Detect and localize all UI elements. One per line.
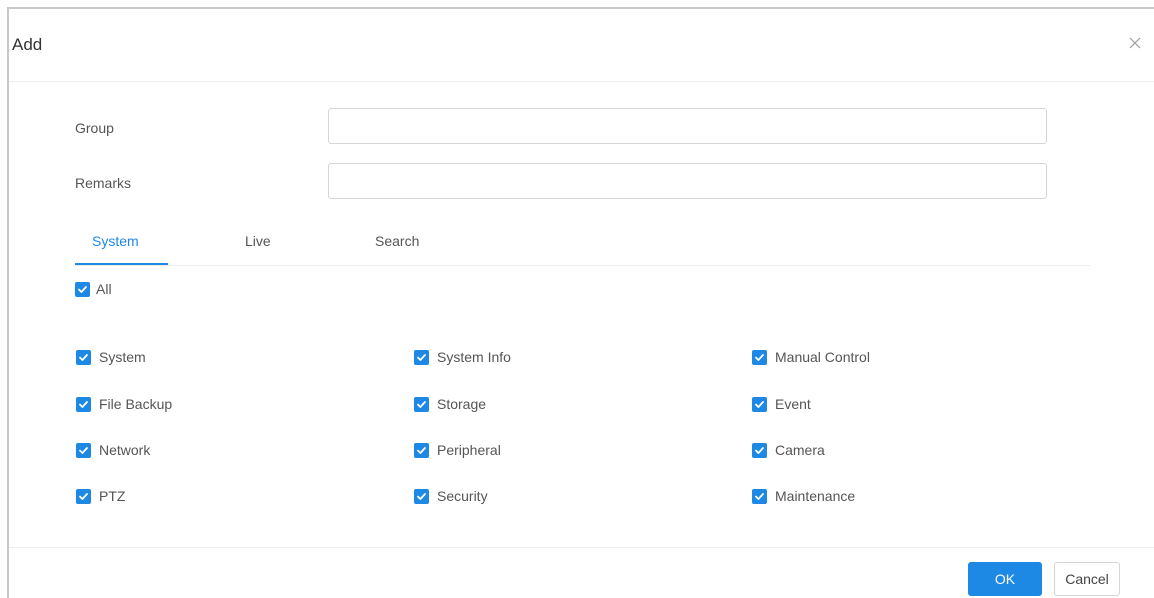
permission-checkbox[interactable]: Maintenance — [752, 487, 855, 505]
permission-checkbox[interactable]: Manual Control — [752, 348, 870, 366]
permission-checkbox-label: System — [99, 349, 146, 365]
tab-search[interactable]: Search — [375, 232, 419, 250]
close-button[interactable] — [1126, 34, 1144, 52]
tab-live[interactable]: Live — [245, 232, 271, 250]
checkbox-checked-icon — [752, 442, 767, 458]
tab-system[interactable]: System — [92, 232, 139, 250]
permission-checkbox[interactable]: PTZ — [76, 487, 125, 505]
checkbox-checked-icon — [75, 281, 90, 297]
permission-checkbox-label: Camera — [775, 442, 825, 458]
permission-checkbox[interactable]: Peripheral — [414, 441, 501, 459]
permission-checkbox-label: Security — [437, 488, 488, 504]
permission-tabs: System Live Search — [75, 227, 1090, 266]
footer-divider — [9, 547, 1154, 548]
group-label: Group — [75, 120, 114, 136]
permission-checkbox-label: PTZ — [99, 488, 126, 504]
permission-checkbox-label: System Info — [437, 349, 511, 365]
remarks-label: Remarks — [75, 175, 132, 191]
ok-button[interactable]: OK — [968, 562, 1042, 596]
permission-checkbox-label: Event — [775, 396, 811, 412]
permission-checkbox[interactable]: File Backup — [76, 395, 172, 413]
checkbox-checked-icon — [414, 488, 429, 504]
checkbox-checked-icon — [76, 442, 91, 458]
permission-checkbox[interactable]: Network — [76, 441, 150, 459]
permission-checkbox-label: Manual Control — [775, 349, 870, 365]
permission-checkbox-label: Network — [99, 442, 151, 458]
checkbox-checked-icon — [76, 349, 91, 365]
checkbox-all[interactable]: All — [75, 280, 112, 298]
close-icon — [1129, 37, 1141, 49]
header-divider — [9, 81, 1154, 82]
checkbox-checked-icon — [76, 396, 91, 412]
remarks-input[interactable] — [328, 163, 1047, 199]
checkbox-checked-icon — [414, 349, 429, 365]
checkbox-checked-icon — [414, 396, 429, 412]
permission-checkbox[interactable]: Event — [752, 395, 811, 413]
checkbox-checked-icon — [414, 442, 429, 458]
checkbox-checked-icon — [76, 488, 91, 504]
permission-checkbox[interactable]: System — [76, 348, 146, 366]
cancel-button[interactable]: Cancel — [1054, 562, 1120, 596]
checkbox-checked-icon — [752, 349, 767, 365]
group-input[interactable] — [328, 108, 1047, 144]
permission-checkbox[interactable]: Security — [414, 487, 488, 505]
permission-checkbox-label: Peripheral — [437, 442, 501, 458]
add-dialog: Add Group Remarks System Live Search All… — [7, 7, 1154, 598]
permission-checkbox[interactable]: Storage — [414, 395, 486, 413]
permission-checkbox-label: File Backup — [99, 396, 173, 412]
permission-checkbox-label: Storage — [437, 396, 487, 412]
permission-checkbox-label: Maintenance — [775, 488, 856, 504]
active-tab-indicator — [75, 263, 168, 265]
permission-checkbox[interactable]: Camera — [752, 441, 825, 459]
checkbox-all-label: All — [96, 281, 112, 297]
permission-checkbox[interactable]: System Info — [414, 348, 511, 366]
dialog-title: Add — [12, 35, 43, 54]
checkbox-checked-icon — [752, 396, 767, 412]
checkbox-checked-icon — [752, 488, 767, 504]
